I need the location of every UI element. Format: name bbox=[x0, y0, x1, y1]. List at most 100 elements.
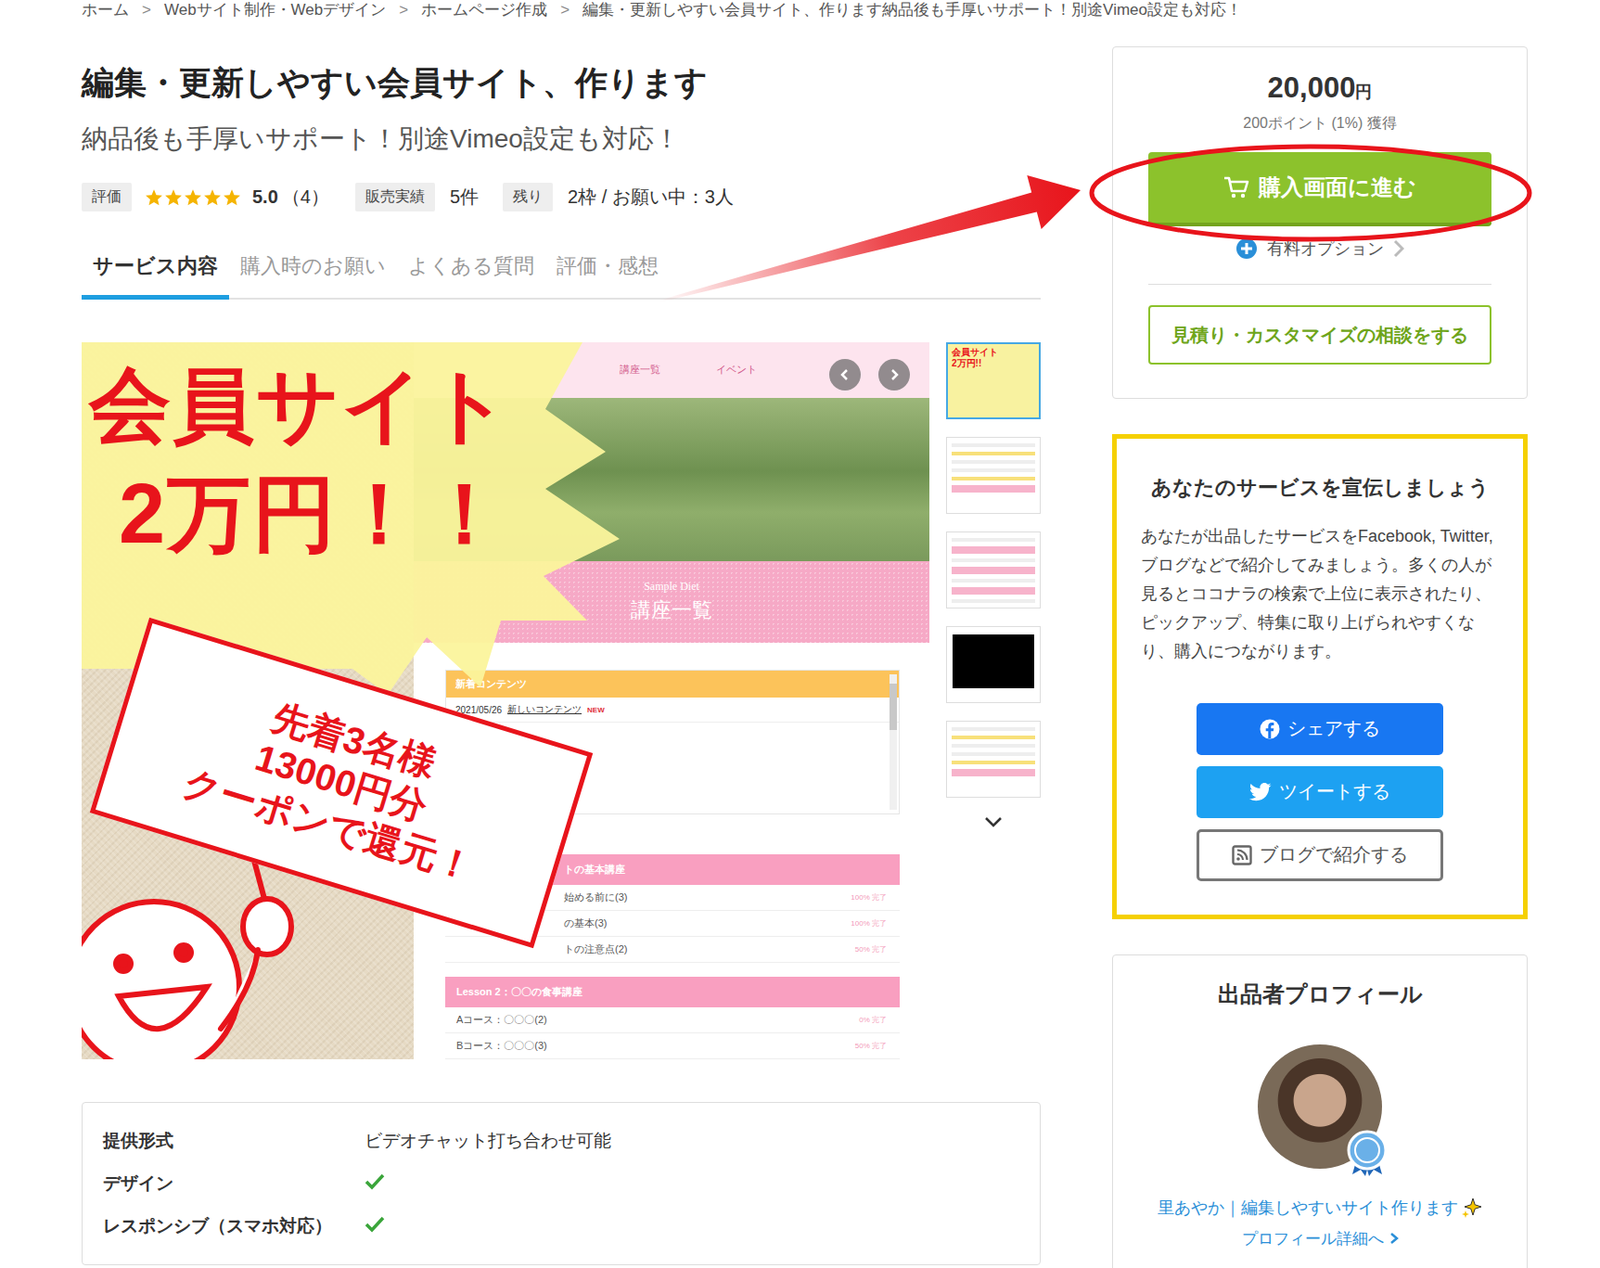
consult-button[interactable]: 見積り・カスタマイズの相談をする bbox=[1148, 305, 1492, 365]
mockup-page-title: 講座一覧 bbox=[630, 596, 713, 625]
mockup-news-header: 新着コンテンツ bbox=[446, 670, 899, 698]
page-bar bbox=[951, 743, 1036, 748]
rss-icon bbox=[1231, 844, 1253, 866]
spec-value: ビデオチャット打ち合わせ可能 bbox=[364, 1128, 1020, 1153]
points: 200ポイント (1%) 獲得 bbox=[1148, 114, 1492, 134]
main-column: 編集・更新しやすい会員サイト、作ります納品後も手厚いサポート！別途Vimeo設定… bbox=[81, 20, 1041, 1268]
annotation-circle bbox=[1091, 146, 1530, 240]
thumbnail[interactable] bbox=[946, 720, 1041, 798]
mockup-nav-item: イベント bbox=[716, 362, 757, 377]
facebook-button[interactable]: シェアする bbox=[1196, 703, 1444, 756]
thumbnail[interactable] bbox=[946, 436, 1041, 514]
spec-value bbox=[364, 1215, 1020, 1239]
page-bar bbox=[951, 460, 1036, 464]
spec-label: 提供形式 bbox=[102, 1128, 365, 1153]
facebook-icon bbox=[1259, 718, 1280, 740]
thumbnail[interactable] bbox=[946, 531, 1041, 609]
service-tabs: サービス内容購入時のお願いよくある質問評価・感想 bbox=[81, 252, 1041, 300]
page-bar bbox=[951, 752, 1036, 756]
rank-badge-icon bbox=[1346, 1129, 1388, 1177]
page-bar bbox=[951, 485, 1036, 493]
page-bar bbox=[951, 451, 1036, 456]
review-count[interactable]: （4） bbox=[281, 184, 330, 210]
tab[interactable]: サービス内容 bbox=[81, 252, 230, 300]
thumbnail-page bbox=[947, 437, 1040, 499]
page-bar bbox=[951, 537, 1036, 542]
check-icon bbox=[364, 1215, 385, 1234]
page-bar bbox=[951, 566, 1036, 575]
side-column: 20,000円 200ポイント (1%) 獲得購入画面に進む有料オプション見積り・… bbox=[1112, 46, 1528, 1268]
row-label: Aコース：〇〇〇(2) bbox=[456, 1012, 548, 1027]
scrollbar-thumb bbox=[889, 683, 897, 730]
breadcrumb-item[interactable]: ホームページ作成 bbox=[421, 0, 548, 21]
carousel-prev[interactable] bbox=[829, 358, 861, 391]
profile-link[interactable]: プロフィール詳細へ bbox=[1241, 1228, 1399, 1250]
breadcrumb-item[interactable]: Webサイト制作・Webデザイン bbox=[164, 0, 386, 21]
remaining-slots: 2枠 / お願い中：3人 bbox=[567, 184, 734, 210]
carousel-next[interactable] bbox=[878, 358, 910, 391]
page-bar bbox=[951, 578, 1036, 583]
thumbnail-text: 2万円!! bbox=[951, 358, 1036, 370]
divider bbox=[1148, 283, 1492, 285]
breadcrumb-item[interactable]: ホーム bbox=[81, 0, 129, 21]
twitter-icon bbox=[1249, 782, 1272, 802]
blog-button[interactable]: ブログで紹介する bbox=[1196, 829, 1444, 882]
spec-table: 提供形式ビデオチャット打ち合わせ可能デザインレスポンシブ（スマホ対応） bbox=[81, 1101, 1041, 1266]
price-currency: 円 bbox=[1355, 82, 1372, 102]
page-bar bbox=[951, 587, 1036, 595]
sales-label: 販売実績 bbox=[355, 182, 436, 212]
row-progress: 100% 完了 bbox=[850, 918, 887, 929]
annotation-arrow bbox=[658, 175, 1081, 303]
tab[interactable]: 評価・感想 bbox=[545, 252, 670, 300]
news-badge: NEW bbox=[587, 705, 605, 715]
service-meta: 評価5.0（4）販売実績5件残り2枠 / お願い中：3人 bbox=[81, 182, 1041, 212]
page-bar bbox=[951, 768, 1036, 777]
buy-label: 購入画面に進む bbox=[1258, 172, 1417, 203]
seller-name[interactable]: 里あやか｜編集しやすいサイト作ります bbox=[1157, 1196, 1483, 1219]
price-amount: 20,000 bbox=[1267, 71, 1357, 104]
row-label: 始める前に(3) bbox=[563, 890, 628, 905]
page-bar bbox=[951, 443, 1036, 448]
breadcrumb-separator: > bbox=[560, 0, 570, 21]
thumbnail-video bbox=[947, 627, 1040, 696]
promote-box: あなたのサービスを宣伝しましょうあなたが出品したサービスをFacebook, T… bbox=[1112, 434, 1528, 920]
spec-label: デザイン bbox=[102, 1171, 365, 1196]
gallery: 講座一覧イベントSample Diet講座一覧新着コンテンツ2021/05/26… bbox=[81, 342, 1041, 1060]
thumbnail-page bbox=[947, 721, 1040, 782]
service-title: 編集・更新しやすい会員サイト、作ります bbox=[81, 63, 1041, 103]
main-image: 講座一覧イベントSample Diet講座一覧新着コンテンツ2021/05/26… bbox=[81, 342, 930, 1060]
star-icon bbox=[164, 188, 183, 207]
tab[interactable]: よくある質問 bbox=[396, 252, 546, 300]
chevron-down-icon[interactable] bbox=[983, 815, 1004, 829]
buy-button[interactable]: 購入画面に進む bbox=[1148, 152, 1492, 227]
rating-label: 評価 bbox=[81, 182, 132, 212]
profile-heading: 出品者プロフィール bbox=[1217, 979, 1423, 1010]
page-bar bbox=[951, 476, 1036, 481]
seller-name-text: 里あやか｜編集しやすいサイト作ります bbox=[1157, 1196, 1459, 1219]
breadcrumb-item[interactable]: 編集・更新しやすい会員サイト、作ります納品後も手厚いサポート！別途Vimeo設定… bbox=[582, 0, 1242, 21]
page-bar bbox=[951, 546, 1036, 554]
profile-link-text: プロフィール詳細へ bbox=[1241, 1228, 1384, 1250]
star-icon bbox=[222, 188, 242, 207]
tab[interactable]: 購入時のお願い bbox=[229, 252, 397, 300]
breadcrumb: ホーム>Webサイト制作・Webデザイン>ホームページ作成>編集・更新しやすい会… bbox=[0, 0, 1600, 21]
chevron-left-icon bbox=[838, 368, 852, 382]
page-columns: 編集・更新しやすい会員サイト、作ります納品後も手厚いサポート！別途Vimeo設定… bbox=[0, 20, 1600, 1268]
annotation-overlay bbox=[0, 0, 1600, 1268]
purchase-card: 20,000円 200ポイント (1%) 獲得購入画面に進む有料オプション見積り・… bbox=[1112, 46, 1528, 399]
star-icon bbox=[203, 188, 222, 207]
promo-price: 2万円！！ bbox=[118, 472, 509, 556]
seller-avatar[interactable] bbox=[1257, 1044, 1383, 1169]
star-icon bbox=[183, 188, 203, 207]
paid-options[interactable]: 有料オプション bbox=[1148, 237, 1492, 260]
rating-value: 5.0 bbox=[252, 186, 279, 208]
breadcrumb-separator: > bbox=[398, 0, 409, 21]
thumbnail[interactable] bbox=[946, 626, 1041, 704]
row-progress: 100% 完了 bbox=[850, 892, 887, 903]
twitter-button[interactable]: ツイートする bbox=[1196, 766, 1444, 819]
button-label: ツイートする bbox=[1279, 779, 1391, 805]
promo-headline: 会員サイト bbox=[89, 364, 512, 447]
spec-row: 提供形式ビデオチャット打ち合わせ可能 bbox=[102, 1119, 1020, 1163]
thumbnail[interactable]: 会員サイト2万円!! bbox=[946, 342, 1041, 420]
chevron-right-icon bbox=[887, 368, 901, 382]
